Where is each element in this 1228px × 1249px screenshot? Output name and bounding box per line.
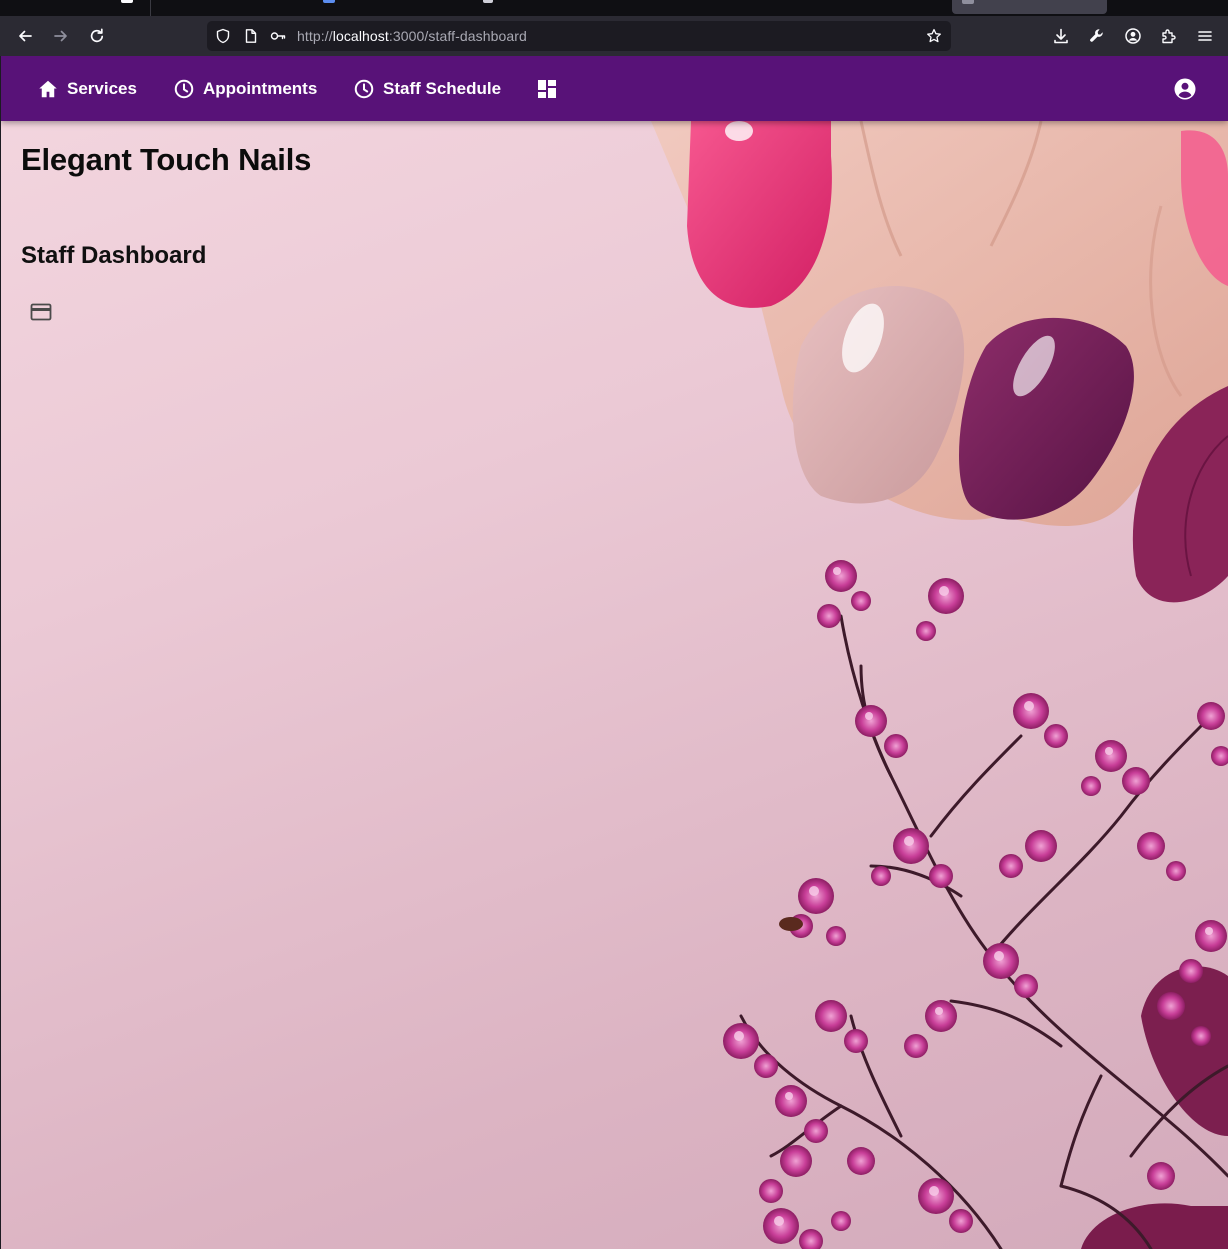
download-icon — [1054, 28, 1068, 44]
url-bar[interactable]: http://localhost:3000/staff-dashboard — [207, 21, 951, 51]
reload-button[interactable] — [85, 24, 109, 48]
nav-staff-schedule-link[interactable]: Staff Schedule — [353, 56, 501, 121]
tab-favicon — [323, 0, 335, 3]
page-title: Staff Dashboard — [21, 242, 207, 269]
extensions-button[interactable] — [1157, 24, 1181, 48]
app-navbar: Services Appointments Staff Schedule — [1, 56, 1228, 121]
shield-icon[interactable] — [215, 28, 231, 44]
browser-tab-strip — [0, 0, 1228, 16]
extensions-icon — [1162, 29, 1176, 44]
tools-button[interactable] — [1085, 24, 1109, 48]
back-arrow-icon — [19, 30, 32, 42]
nav-item-label: Services — [67, 78, 137, 98]
nav-services-link[interactable]: Services — [37, 56, 137, 121]
tab-favicon — [483, 0, 493, 3]
browser-tab-active[interactable] — [952, 0, 1107, 14]
credit-card-icon[interactable] — [30, 301, 52, 323]
url-host: localhost — [332, 28, 389, 44]
reload-icon — [90, 28, 104, 43]
star-icon[interactable] — [926, 28, 942, 44]
forward-button[interactable] — [49, 24, 73, 48]
firefox-account-button[interactable] — [1121, 24, 1145, 48]
page-viewport: Services Appointments Staff Schedule Ele… — [1, 56, 1228, 1249]
home-icon — [39, 80, 57, 97]
url-path: :3000/staff-dashboard — [388, 28, 527, 44]
clock-icon — [174, 79, 194, 98]
key-icon[interactable] — [270, 28, 286, 44]
downloads-button[interactable] — [1049, 24, 1073, 48]
account-circle-icon — [1125, 28, 1141, 44]
account-circle-icon[interactable] — [1173, 77, 1197, 101]
nav-item-label: Staff Schedule — [383, 78, 502, 98]
tab-favicon — [121, 0, 133, 3]
dashboard-grid-icon[interactable] — [537, 79, 557, 99]
hero-background-image — [1, 56, 1228, 1249]
page-icon[interactable] — [243, 28, 259, 44]
clock-icon — [354, 79, 374, 98]
browser-toolbar: http://localhost:3000/staff-dashboard — [0, 16, 1228, 56]
nails-and-flowers-illustration — [651, 120, 1228, 1249]
nav-item-label: Appointments — [203, 78, 318, 98]
nav-appointments-link[interactable]: Appointments — [173, 56, 317, 121]
brand-title: Elegant Touch Nails — [21, 142, 312, 177]
menu-icon — [1198, 31, 1212, 41]
forward-arrow-icon — [54, 30, 67, 42]
back-button[interactable] — [13, 24, 37, 48]
url-prefix: http:// — [297, 28, 333, 44]
tab-separator — [150, 0, 151, 16]
wrench-icon — [1090, 29, 1103, 42]
app-menu-button[interactable] — [1193, 24, 1217, 48]
url-text[interactable]: http://localhost:3000/staff-dashboard — [297, 28, 527, 44]
